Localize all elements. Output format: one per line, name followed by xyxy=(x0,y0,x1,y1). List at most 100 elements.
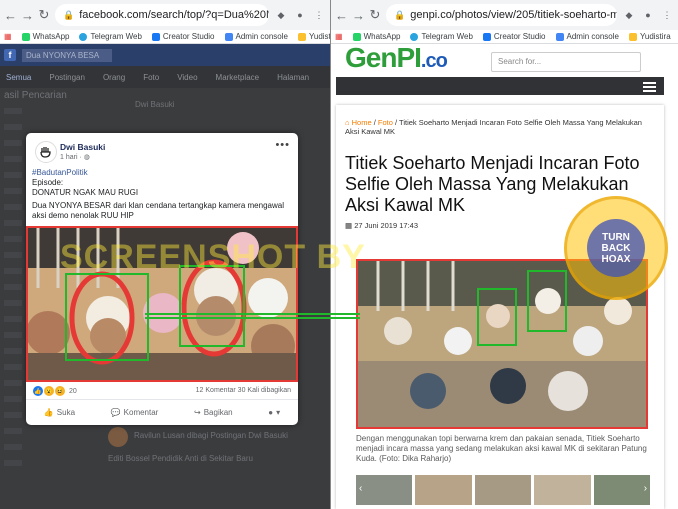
screenshot-watermark: SCREENSHOT BY xyxy=(60,238,366,276)
tab-foto[interactable]: Foto xyxy=(143,73,159,82)
thumbnail-item[interactable] xyxy=(474,475,532,505)
bookmark-telegram[interactable]: Telegram Web xyxy=(79,32,142,41)
thumbnail-next[interactable]: › xyxy=(593,475,650,505)
globe-icon: ◍ xyxy=(83,154,90,161)
left-browser-toolbar: ← → ↻ 🔒 facebook.com/search/top/?q=Dua%2… xyxy=(0,0,330,30)
left-bookmarks-bar: ▦ WhatsApp Telegram Web Creator Studio A… xyxy=(0,30,330,44)
tab-video[interactable]: Video xyxy=(177,73,197,82)
profile-avatar-icon[interactable]: ● xyxy=(293,8,307,22)
extension-icon[interactable]: ◆ xyxy=(622,8,636,22)
audience-selector[interactable]: ● ▾ xyxy=(268,408,280,417)
breadcrumb-foto[interactable]: Foto xyxy=(378,118,393,127)
fb-search-input[interactable]: Dua NYONYA BESA xyxy=(22,48,112,62)
bookmark-creator-studio[interactable]: Creator Studio xyxy=(151,32,215,41)
page-avatar[interactable] xyxy=(35,141,57,163)
site-search-input[interactable]: Search for... xyxy=(491,52,641,72)
fb-ghost-share: Ravilun Lusan dibagi Postingan Dwi Basuk… xyxy=(134,431,288,440)
hamburger-menu-icon[interactable] xyxy=(643,82,656,94)
chevron-right-icon: › xyxy=(643,483,648,494)
hand-logo-icon xyxy=(40,147,51,158)
bookmark-creator-studio[interactable]: Creator Studio xyxy=(482,32,546,41)
back-arrow-icon[interactable]: ← xyxy=(335,8,348,23)
post-hashtag[interactable]: #BadutanPolitik xyxy=(32,168,294,178)
lock-icon: 🔒 xyxy=(63,9,75,20)
extension-icon[interactable]: ◆ xyxy=(274,8,288,22)
bookmark-whatsapp[interactable]: WhatsApp xyxy=(21,32,69,41)
fb-ghost-author: Dwi Basuki xyxy=(135,100,175,109)
forward-arrow-icon[interactable]: → xyxy=(352,8,365,23)
fb-ghost-avatar xyxy=(108,427,128,447)
caret-down-icon: ▾ xyxy=(276,408,281,417)
turnbackhoax-seal: TURN BACK HOAX xyxy=(564,196,668,300)
tab-semua[interactable]: Semua xyxy=(6,73,31,82)
menu-dots-icon[interactable]: ⋮ xyxy=(312,8,326,22)
haha-reaction-icon: 😆 xyxy=(55,386,65,396)
fb-header: f Dua NYONYA BESA xyxy=(0,44,330,66)
bookmark-telegram[interactable]: Telegram Web xyxy=(410,32,473,41)
bookmark-yudistira[interactable]: Yudistira xyxy=(297,32,330,41)
post-time-text: 1 hari xyxy=(60,154,78,161)
right-browser-toolbar: ← → ↻ 🔒 genpi.co/photos/view/205/titiek-… xyxy=(331,0,678,30)
site-nav-bar xyxy=(336,77,664,95)
wow-reaction-icon: 😮 xyxy=(44,386,54,396)
post-actions: 👍 Suka 💬 Komentar ↪ Bagikan ● ▾ xyxy=(26,399,298,425)
fb-ghost-sidebar xyxy=(4,108,22,468)
calendar-icon: ▦ xyxy=(345,221,353,230)
thumbnail-item[interactable] xyxy=(534,475,591,505)
thumbnail-item[interactable] xyxy=(415,475,472,505)
post-line-1: Episode: xyxy=(32,178,64,187)
right-bookmarks-bar: ▦ WhatsApp Telegram Web Creator Studio A… xyxy=(331,30,678,44)
photo-caption: Dengan menggunakan topi berwarna krem da… xyxy=(356,434,647,463)
article-date: ▦ 27 Juni 2019 17:43 xyxy=(345,221,418,230)
apps-grid-icon[interactable]: ▦ xyxy=(4,32,12,41)
fb-post-modal: Dwi Basuki 1 hari · ◍ ••• #BadutanPoliti… xyxy=(26,133,298,425)
fb-search-tabs: Semua Postingan Orang Foto Video Marketp… xyxy=(0,66,330,88)
thumbnail-prev[interactable]: ‹ xyxy=(356,475,413,505)
post-author[interactable]: Dwi Basuki xyxy=(60,142,105,152)
fb-logo-icon: f xyxy=(4,49,16,61)
post-stats[interactable]: 12 Komentar 30 Kali dibagikan xyxy=(196,387,291,394)
thumbnail-strip: ‹ › xyxy=(356,475,650,505)
apps-grid-icon[interactable]: ▦ xyxy=(335,32,343,41)
bookmark-admin-console[interactable]: Admin console xyxy=(555,32,619,41)
seal-center: TURN BACK HOAX xyxy=(587,219,645,277)
profile-avatar-icon[interactable]: ● xyxy=(641,8,655,22)
post-body: Dua NYONYA BESAR dari klan cendana terta… xyxy=(32,201,284,220)
thumbs-up-icon: 👍 xyxy=(43,408,54,417)
comment-button[interactable]: 💬 Komentar xyxy=(111,408,159,417)
tab-halaman[interactable]: Halaman xyxy=(277,73,309,82)
left-address-bar[interactable]: 🔒 facebook.com/search/top/?q=Dua%20NYONY… xyxy=(55,4,269,26)
comment-icon: 💬 xyxy=(110,408,121,417)
menu-dots-icon[interactable]: ⋮ xyxy=(660,8,674,22)
chevron-left-icon: ‹ xyxy=(359,483,363,494)
share-arrow-icon: ↪ xyxy=(194,408,201,417)
tab-postingan[interactable]: Postingan xyxy=(49,73,85,82)
home-icon: ⌂ xyxy=(345,118,350,127)
fb-side-title: asil Pencarian xyxy=(4,90,67,101)
reload-icon[interactable]: ↻ xyxy=(369,7,381,23)
left-url-text: facebook.com/search/top/?q=Dua%20NYONY..… xyxy=(79,9,269,21)
bookmark-admin-console[interactable]: Admin console xyxy=(224,32,288,41)
genpi-logo[interactable]: GenPI.co xyxy=(345,44,448,74)
like-reaction-icon: 👍 xyxy=(33,386,43,396)
forward-arrow-icon[interactable]: → xyxy=(21,8,34,23)
tab-orang[interactable]: Orang xyxy=(103,73,125,82)
post-time[interactable]: 1 hari · ◍ xyxy=(60,153,90,161)
like-button[interactable]: 👍 Suka xyxy=(44,408,75,417)
back-arrow-icon[interactable]: ← xyxy=(4,8,17,23)
reload-icon[interactable]: ↻ xyxy=(38,7,50,23)
breadcrumb: ⌂ Home / Foto / Titiek Soeharto Menjadi … xyxy=(345,118,642,136)
breadcrumb-home[interactable]: Home xyxy=(352,118,372,127)
reactions[interactable]: 👍 😮 😆 20 xyxy=(33,386,77,396)
lock-icon: 🔒 xyxy=(394,9,406,20)
bookmark-yudistira[interactable]: Yudistira xyxy=(628,32,671,41)
bookmark-whatsapp[interactable]: WhatsApp xyxy=(352,32,400,41)
right-address-bar[interactable]: 🔒 genpi.co/photos/view/205/titiek-soehar… xyxy=(386,4,617,26)
green-comparison-connector xyxy=(145,313,360,319)
fb-ghost-share-sub: Editi Bossel Pendidik Anti di Sekitar Ba… xyxy=(108,454,253,463)
more-options-icon[interactable]: ••• xyxy=(275,139,290,151)
share-button[interactable]: ↪ Bagikan xyxy=(194,408,233,417)
tab-marketplace[interactable]: Marketplace xyxy=(216,73,260,82)
page-avatar-small-icon: ● xyxy=(268,408,274,417)
reaction-count: 20 xyxy=(69,387,77,395)
